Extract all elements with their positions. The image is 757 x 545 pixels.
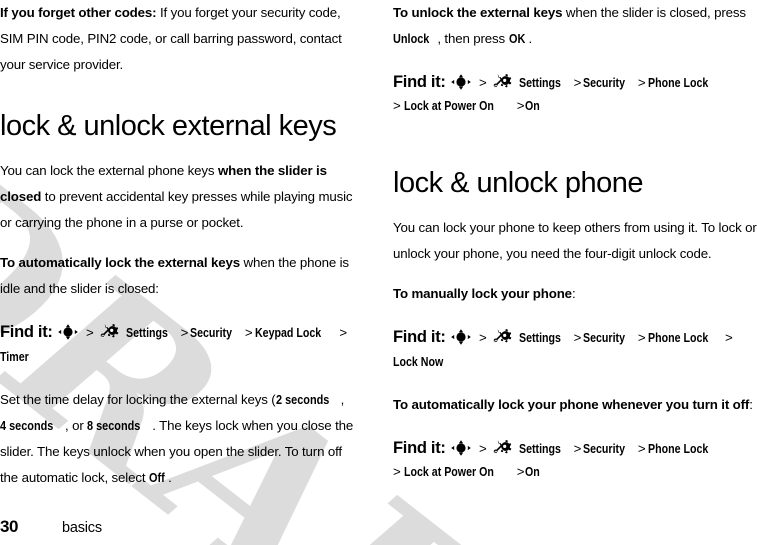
ui-term-ok: OK — [508, 31, 525, 46]
paragraph-forget-other-codes: If you forget other codes: If you forget… — [0, 0, 360, 78]
path-step-phone-lock[interactable]: Phone Lock — [648, 71, 708, 95]
nav-path-continuation-1: > Lock at Power On >On — [393, 95, 757, 117]
findit-label: Find it: — [0, 323, 53, 341]
settings-gear-wrench-icon[interactable] — [493, 73, 512, 90]
ui-term-off: Off — [148, 470, 165, 485]
settings-gear-wrench-icon[interactable] — [493, 328, 512, 345]
path-separator-1: > — [479, 75, 487, 90]
navigation-key-icon[interactable] — [450, 440, 472, 456]
manually-lock-colon: : — [571, 286, 576, 301]
chapter-name: basics — [62, 520, 102, 536]
findit-label: Find it: — [393, 439, 446, 457]
paragraph-unlock-external-keys: To unlock the external keys when the sli… — [393, 0, 757, 52]
path-step-on[interactable]: On — [525, 95, 540, 117]
paragraph-time-delay: Set the time delay for locking the exter… — [0, 387, 360, 491]
path-step-on[interactable]: On — [525, 461, 540, 483]
auto-lock-external-bold: To automatically lock the external keys — [0, 255, 240, 270]
nav-path-phone-lock-2: Settings > Security > Phone Lock — [519, 441, 723, 456]
page-columns: If you forget other codes: If you forget… — [0, 0, 757, 491]
findit-phone-lock-power-on-1: Find it: > Settings > Security > Phone L… — [393, 70, 757, 95]
paragraph-manually-lock: To manually lock your phone: — [393, 281, 757, 307]
external-intro-part1: You can lock the external phone keys — [0, 163, 218, 178]
heading-lock-unlock-phone: lock & unlock phone — [393, 167, 644, 199]
heading-lock-unlock-external-keys: lock & unlock external keys — [0, 110, 337, 142]
findit-label: Find it: — [393, 73, 446, 91]
nav-path-continuation-2: > Lock at Power On >On — [393, 461, 757, 483]
unlock-external-part4: . — [528, 31, 533, 46]
ui-term-4-seconds: 4 seconds — [0, 418, 54, 433]
findit-phone-lock-power-on-2: Find it: > Settings > Security > Phone L… — [393, 436, 757, 461]
path-step-security[interactable]: Security — [583, 326, 625, 350]
manually-lock-bold: To manually lock your phone — [393, 286, 572, 301]
unlock-external-bold: To unlock the external keys — [393, 5, 563, 20]
path-separator-1: > — [86, 325, 94, 340]
ui-term-unlock: Unlock — [393, 31, 430, 46]
findit-keypad-lock-timer: Find it: > Settings > Security > Keypad … — [0, 320, 360, 369]
path-step-timer[interactable]: Timer — [0, 345, 29, 369]
path-step-settings[interactable]: Settings — [126, 321, 168, 345]
path-step-security[interactable]: Security — [190, 321, 232, 345]
path-step-lock-at-power-on[interactable]: Lock at Power On — [404, 461, 494, 483]
path-step-settings[interactable]: Settings — [519, 437, 561, 461]
navigation-key-icon[interactable] — [450, 329, 472, 345]
manual-page: DRAFT If you forget other codes: If you … — [0, 0, 757, 545]
path-step-phone-lock[interactable]: Phone Lock — [648, 437, 708, 461]
time-delay-part1: Set the time delay for locking the exter… — [0, 392, 276, 407]
path-step-security[interactable]: Security — [583, 71, 625, 95]
paragraph-phone-lock-intro: You can lock your phone to keep others f… — [393, 220, 757, 261]
path-step-phone-lock[interactable]: Phone Lock — [648, 326, 708, 350]
page-number: 30 — [0, 517, 18, 536]
paragraph-auto-lock-power-off: To automatically lock your phone wheneve… — [393, 392, 757, 418]
path-step-lock-at-power-on[interactable]: Lock at Power On — [404, 95, 494, 117]
path-step-settings[interactable]: Settings — [519, 326, 561, 350]
external-intro-part2: to prevent accidental key presses while … — [0, 189, 353, 230]
right-column: To unlock the external keys when the sli… — [393, 0, 757, 491]
navigation-key-icon[interactable] — [57, 324, 79, 340]
ui-term-8-seconds: 8 seconds — [87, 418, 141, 433]
page-footer: 30 basics — [0, 517, 102, 537]
path-step-keypad-lock[interactable]: Keypad Lock — [255, 321, 321, 345]
left-column: If you forget other codes: If you forget… — [0, 0, 360, 491]
column-gutter — [360, 0, 393, 491]
path-step-settings[interactable]: Settings — [519, 71, 561, 95]
paragraph-auto-lock-external: To automatically lock the external keys … — [0, 250, 360, 302]
paragraph-external-keys-intro: You can lock the external phone keys whe… — [0, 158, 360, 236]
time-delay-part5: . — [168, 470, 172, 485]
settings-gear-wrench-icon[interactable] — [493, 439, 512, 456]
navigation-key-icon[interactable] — [450, 74, 472, 90]
path-separator-1: > — [479, 330, 487, 345]
nav-path-keypad-lock: Settings > Security > Keypad Lock >Timer — [0, 325, 349, 364]
path-separator-1: > — [479, 441, 487, 456]
unlock-external-part3: , then press — [437, 31, 509, 46]
auto-lock-power-off-bold: To automatically lock your phone wheneve… — [393, 397, 750, 412]
lead-in-forget-other-codes: If you forget other codes: — [0, 5, 157, 20]
unlock-external-part2: when the slider is closed, press — [562, 5, 746, 20]
settings-gear-wrench-icon[interactable] — [100, 323, 119, 340]
path-step-lock-now[interactable]: Lock Now — [393, 350, 443, 374]
path-step-security[interactable]: Security — [583, 437, 625, 461]
findit-label: Find it: — [393, 328, 446, 346]
time-delay-part3: , or — [65, 418, 88, 433]
nav-path-phone-lock-1: Settings > Security > Phone Lock — [519, 75, 723, 90]
findit-phone-lock-lock-now: Find it: > Settings > Security > Phone L… — [393, 325, 757, 374]
ui-term-2-seconds: 2 seconds — [275, 392, 329, 407]
time-delay-part2: , — [340, 392, 345, 407]
auto-lock-power-off-colon: : — [749, 397, 753, 412]
